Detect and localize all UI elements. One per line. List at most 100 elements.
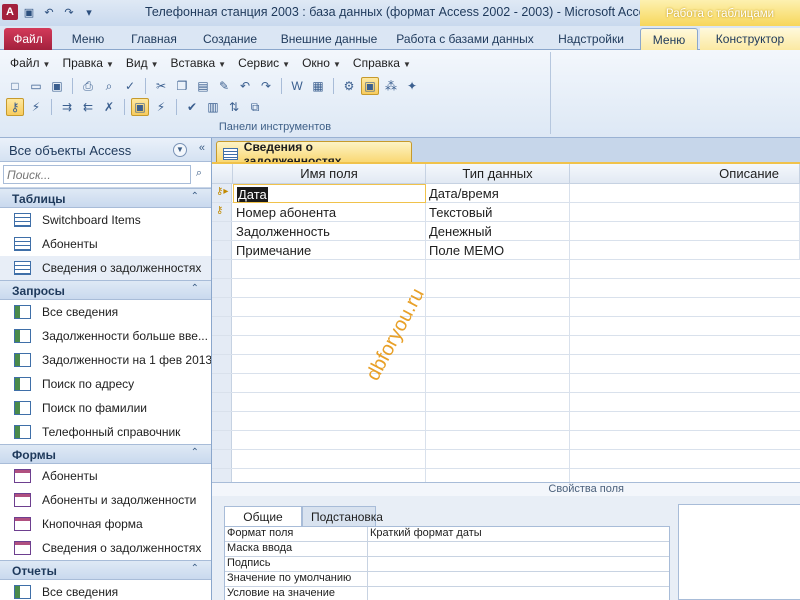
property-row[interactable]: Формат поля Краткий формат даты bbox=[225, 527, 669, 542]
table-row[interactable]: ⚷ Номер абонента Текстовый bbox=[212, 203, 800, 222]
property-value[interactable] bbox=[368, 557, 669, 571]
data-type-cell[interactable] bbox=[426, 336, 570, 355]
redo-icon[interactable]: ↷ bbox=[60, 3, 78, 21]
table-row[interactable] bbox=[212, 431, 800, 450]
table-row[interactable] bbox=[212, 260, 800, 279]
new-icon[interactable]: □ bbox=[6, 77, 24, 95]
nav-item-form[interactable]: Кнопочная форма bbox=[0, 512, 211, 536]
dependencies-icon[interactable]: ⧉ bbox=[246, 98, 264, 116]
copy-icon[interactable]: ❐ bbox=[173, 77, 191, 95]
property-value[interactable] bbox=[368, 587, 669, 600]
tab-general[interactable]: Общие bbox=[224, 506, 302, 527]
indexes-icon[interactable]: ⚡ bbox=[152, 98, 170, 116]
nav-item-query[interactable]: Задолженности больше вве... bbox=[0, 324, 211, 348]
table-row[interactable] bbox=[212, 336, 800, 355]
menu-help[interactable]: Справка ▼ bbox=[347, 54, 417, 72]
field-name-cell[interactable]: Примечание bbox=[233, 241, 426, 260]
create-macro-icon[interactable]: ▥ bbox=[204, 98, 222, 116]
table-row[interactable] bbox=[212, 412, 800, 431]
field-name-cell[interactable]: Номер абонента bbox=[233, 203, 426, 222]
table-row[interactable] bbox=[212, 298, 800, 317]
open-icon[interactable]: ▭ bbox=[27, 77, 45, 95]
office-links-icon[interactable]: W bbox=[288, 77, 306, 95]
undo-icon[interactable]: ↶ bbox=[236, 77, 254, 95]
section-tables[interactable]: Таблицы ⌃ bbox=[0, 188, 211, 208]
data-type-cell[interactable] bbox=[426, 355, 570, 374]
data-type-cell[interactable] bbox=[426, 317, 570, 336]
data-type-cell[interactable]: Дата/время bbox=[426, 184, 570, 203]
customize-qat-icon[interactable]: ▾ bbox=[80, 3, 98, 21]
insert-rows-icon[interactable]: ⇉ bbox=[58, 98, 76, 116]
field-name-cell[interactable] bbox=[233, 431, 426, 450]
data-type-cell[interactable] bbox=[426, 450, 570, 469]
section-reports[interactable]: Отчеты ⌃ bbox=[0, 560, 211, 580]
table-row[interactable] bbox=[212, 279, 800, 298]
tab-lookup[interactable]: Подстановка bbox=[302, 506, 383, 526]
nav-item-report[interactable]: Все сведения bbox=[0, 580, 211, 600]
field-name-cell[interactable]: Задолженность bbox=[233, 222, 426, 241]
menu-tools[interactable]: Сервис ▼ bbox=[232, 54, 296, 72]
description-cell[interactable] bbox=[570, 203, 800, 222]
nav-item-query[interactable]: Поиск по фамилии bbox=[0, 396, 211, 420]
column-header-field-name[interactable]: Имя поля bbox=[233, 164, 426, 184]
nav-item-query[interactable]: Поиск по адресу bbox=[0, 372, 211, 396]
nav-item-query[interactable]: Задолженности на 1 фев 2013 bbox=[0, 348, 211, 372]
chevron-down-icon[interactable]: ▼ bbox=[173, 143, 187, 157]
undo-icon[interactable]: ↶ bbox=[40, 3, 58, 21]
properties-icon[interactable]: ▣ bbox=[361, 77, 379, 95]
field-name-cell[interactable] bbox=[233, 279, 426, 298]
property-row[interactable]: Значение по умолчанию bbox=[225, 572, 669, 587]
column-header-description[interactable]: Описание bbox=[570, 164, 800, 184]
save-icon[interactable]: ▣ bbox=[48, 77, 66, 95]
access-app-icon[interactable]: A bbox=[2, 4, 18, 20]
section-forms[interactable]: Формы ⌃ bbox=[0, 444, 211, 464]
menu-insert[interactable]: Вставка ▼ bbox=[165, 54, 233, 72]
field-name-cell[interactable] bbox=[233, 412, 426, 431]
test-validation-icon[interactable]: ✗ bbox=[100, 98, 118, 116]
nav-item-form[interactable]: Сведения о задолженностях bbox=[0, 536, 211, 560]
chevron-up-icon[interactable]: ⌃ bbox=[191, 191, 199, 202]
paste-icon[interactable]: ▤ bbox=[194, 77, 212, 95]
data-type-cell[interactable] bbox=[426, 393, 570, 412]
nav-pane-header[interactable]: Все объекты Access ▼ « bbox=[0, 138, 211, 162]
nav-item-query[interactable]: Телефонный справочник bbox=[0, 420, 211, 444]
field-name-cell[interactable] bbox=[233, 450, 426, 469]
relationships-icon[interactable]: ⁂ bbox=[382, 77, 400, 95]
table-row[interactable]: ⚷▸ Дата Дата/время bbox=[212, 184, 800, 203]
tab-create[interactable]: Создание bbox=[192, 28, 268, 50]
data-type-cell[interactable]: Денежный bbox=[426, 222, 570, 241]
nav-item-table[interactable]: Сведения о задолженностях bbox=[0, 256, 211, 280]
cut-icon[interactable]: ✂ bbox=[152, 77, 170, 95]
data-type-cell[interactable]: Текстовый bbox=[426, 203, 570, 222]
property-value[interactable]: Краткий формат даты bbox=[368, 527, 669, 541]
property-value[interactable] bbox=[368, 542, 669, 556]
new-object-icon[interactable]: ✦ bbox=[403, 77, 421, 95]
menu-view[interactable]: Вид ▼ bbox=[120, 54, 165, 72]
description-cell[interactable] bbox=[570, 184, 800, 203]
field-name-cell[interactable] bbox=[233, 260, 426, 279]
property-sheet-icon[interactable]: ▣ bbox=[131, 98, 149, 116]
code-icon[interactable]: ⚙ bbox=[340, 77, 358, 95]
tab-menu-2[interactable]: Меню bbox=[640, 28, 698, 51]
section-queries[interactable]: Запросы ⌃ bbox=[0, 280, 211, 300]
spelling-icon[interactable]: ✓ bbox=[121, 77, 139, 95]
search-icon[interactable]: ⌕ bbox=[191, 167, 207, 183]
description-cell[interactable] bbox=[570, 222, 800, 241]
table-row[interactable] bbox=[212, 317, 800, 336]
search-input[interactable] bbox=[3, 165, 191, 184]
table-row[interactable] bbox=[212, 374, 800, 393]
chevron-up-icon[interactable]: ⌃ bbox=[191, 563, 199, 574]
property-value[interactable] bbox=[368, 572, 669, 586]
print-preview-icon[interactable]: ⌕ bbox=[100, 77, 118, 95]
tab-database-tools[interactable]: Работа с базами данных bbox=[390, 28, 540, 50]
menu-edit[interactable]: Правка ▼ bbox=[56, 54, 119, 72]
format-painter-icon[interactable]: ✎ bbox=[215, 77, 233, 95]
field-name-cell[interactable]: Дата bbox=[233, 184, 426, 203]
document-tab[interactable]: Сведения о задолженностях bbox=[216, 140, 412, 168]
field-name-cell[interactable] bbox=[233, 393, 426, 412]
field-name-cell[interactable] bbox=[233, 374, 426, 393]
nav-item-table[interactable]: Switchboard Items bbox=[0, 208, 211, 232]
data-type-cell[interactable] bbox=[426, 260, 570, 279]
validation-check-icon[interactable]: ✔ bbox=[183, 98, 201, 116]
primary-key-icon[interactable]: ⚷ bbox=[6, 98, 24, 116]
